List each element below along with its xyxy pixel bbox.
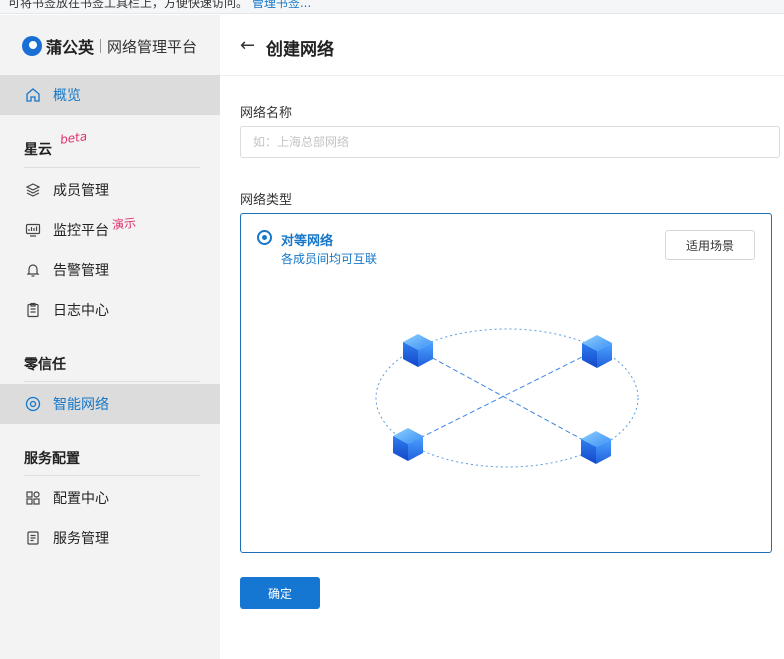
sidebar-item-service-management[interactable]: 服务管理	[0, 518, 220, 558]
peer-network-diagram	[375, 328, 639, 468]
bell-icon	[24, 261, 42, 279]
arrow-left-icon[interactable]: ←	[240, 35, 255, 56]
layers-icon	[24, 181, 42, 199]
node-cube-icon	[581, 431, 611, 464]
sidebar-item-label: 日志中心	[53, 303, 109, 319]
sidebar-item-label: 概览	[53, 88, 81, 104]
scene-button[interactable]: 适用场景	[665, 230, 755, 260]
document-icon	[24, 529, 42, 547]
sidebar-item-label: 智能网络	[53, 397, 109, 413]
node-cube-icon	[582, 335, 612, 368]
pgy-logo-icon	[22, 36, 42, 56]
sidebar-item-label: 成员管理	[53, 183, 109, 199]
group-divider	[24, 381, 200, 382]
sidebar-item-smart-network[interactable]: 智能网络	[0, 384, 220, 424]
sidebar-group-zero-trust: 零信任	[24, 357, 66, 373]
home-icon	[24, 86, 42, 104]
sidebar-item-alerts[interactable]: 告警管理	[0, 250, 220, 290]
manage-bookmarks-link[interactable]: 管理书签...	[252, 0, 311, 10]
network-type-label: 网络类型	[240, 193, 293, 208]
link-line	[407, 349, 597, 445]
beta-tag: beta	[59, 129, 88, 147]
network-icon	[24, 395, 42, 413]
sidebar-item-label: 配置中心	[53, 491, 109, 507]
sidebar-group-xingyun: 星云	[24, 142, 52, 158]
bookmark-notice-bar: 可将书签放在书签工具栏上，方便快速访问。 管理书签...	[0, 0, 784, 14]
bookmark-notice: 可将书签放在书签工具栏上，方便快速访问。 管理书签...	[8, 0, 311, 11]
sidebar-item-label: 告警管理	[53, 263, 109, 279]
monitor-icon	[24, 221, 42, 239]
brand-subtitle: 网络管理平台	[107, 37, 198, 56]
sidebar-group-service-config: 服务配置	[24, 451, 80, 467]
confirm-button[interactable]: 确定	[240, 577, 320, 609]
bookmark-notice-text: 可将书签放在书签工具栏上，方便快速访问。	[8, 0, 249, 10]
network-type-radio[interactable]	[257, 230, 272, 245]
clipboard-icon	[24, 301, 42, 319]
sidebar-item-logs[interactable]: 日志中心	[0, 290, 220, 330]
brand-name: 蒲公英	[46, 38, 95, 57]
grid-icon	[24, 489, 42, 507]
page-title: 创建网络	[266, 40, 334, 60]
network-type-option-card[interactable]: 对等网络 各成员间均可互联 适用场景	[240, 213, 772, 553]
sidebar-item-monitor[interactable]: 监控平台	[0, 210, 220, 250]
sidebar-item-config-center[interactable]: 配置中心	[0, 478, 220, 518]
sidebar-item-label: 服务管理	[53, 531, 109, 547]
node-cube-icon	[403, 334, 433, 367]
group-divider	[24, 475, 200, 476]
sidebar-item-label: 监控平台	[53, 223, 109, 239]
sidebar-item-members[interactable]: 成员管理	[0, 170, 220, 210]
brand-divider	[100, 39, 102, 53]
network-type-title: 对等网络	[281, 234, 334, 249]
network-name-input[interactable]	[240, 126, 780, 158]
sidebar-item-overview[interactable]: 概览	[0, 75, 220, 115]
group-divider	[24, 167, 200, 168]
link-line	[417, 349, 597, 448]
sidebar: 蒲公英 网络管理平台 概览 星云 beta 成员管理 监控平台 演示 告警管理	[0, 15, 220, 659]
network-type-description: 各成员间均可互联	[281, 252, 378, 266]
brand: 蒲公英 网络管理平台	[22, 35, 197, 57]
page-header: ← 创建网络	[220, 15, 784, 76]
node-cube-icon	[393, 428, 423, 461]
demo-tag: 演示	[111, 215, 137, 233]
network-name-label: 网络名称	[240, 106, 293, 121]
